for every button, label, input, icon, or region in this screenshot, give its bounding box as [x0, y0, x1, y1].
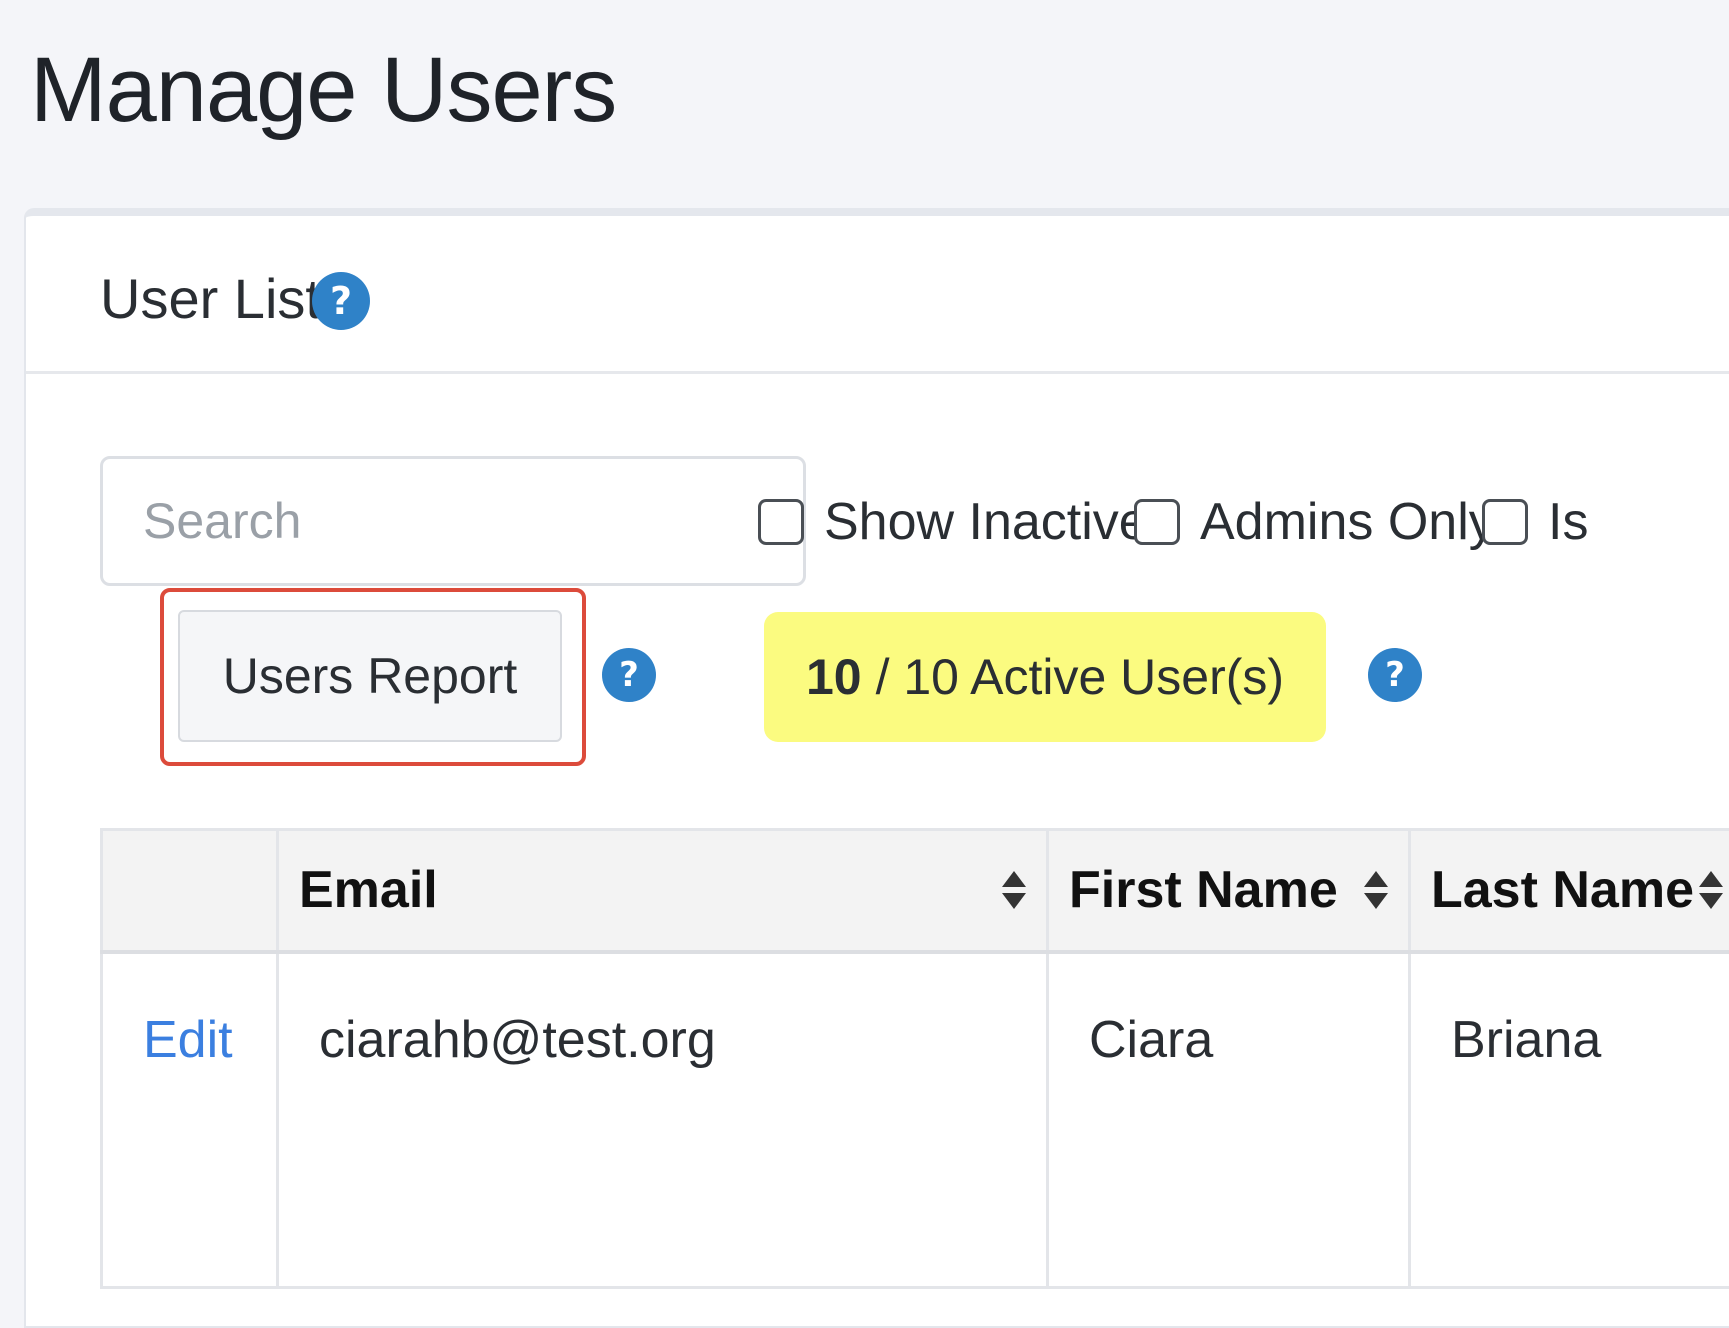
column-header-actions [102, 830, 278, 952]
column-header-first-name-label: First Name [1069, 861, 1338, 919]
active-users-help-icon[interactable]: ? [1368, 648, 1422, 702]
page-title: Manage Users [30, 40, 616, 141]
row-first-name-cell: Ciara [1048, 952, 1410, 1288]
user-list-card: User List ? Show Inactive Admins Only Is… [24, 208, 1729, 1328]
filter-show-inactive[interactable]: Show Inactive [758, 492, 1148, 552]
email-sort-icon[interactable] [1002, 871, 1026, 909]
edit-user-link[interactable]: Edit [143, 1011, 233, 1069]
filter-is-label: Is [1548, 492, 1588, 552]
card-header: User List ? [26, 216, 1729, 374]
is-checkbox-icon[interactable] [1482, 499, 1528, 545]
row-last-name-cell: Briana [1410, 952, 1729, 1288]
filter-is[interactable]: Is [1482, 492, 1588, 552]
column-header-first-name[interactable]: First Name [1048, 830, 1410, 952]
active-users-badge: 10 / 10 Active User(s) [764, 612, 1326, 742]
users-report-help-icon[interactable]: ? [602, 648, 656, 702]
first-name-sort-icon[interactable] [1364, 871, 1388, 909]
row-email-cell: ciarahb@test.org [278, 952, 1048, 1288]
column-header-email-label: Email [299, 861, 438, 919]
table-header-row: Email First Name Last Name [102, 830, 1729, 952]
show-inactive-checkbox-icon[interactable] [758, 499, 804, 545]
row-action-cell: Edit [102, 952, 278, 1288]
search-input[interactable] [100, 456, 806, 586]
table-row: Edit ciarahb@test.org Ciara Briana [102, 952, 1729, 1288]
last-name-sort-icon[interactable] [1699, 871, 1723, 909]
user-list-help-icon[interactable]: ? [312, 272, 370, 330]
card-title: User List [100, 266, 321, 331]
admins-only-checkbox-icon[interactable] [1134, 499, 1180, 545]
active-users-label: / 10 Active User(s) [876, 648, 1284, 706]
users-table: Email First Name Last Name Edit ciarahb@… [100, 828, 1729, 1289]
active-users-count: 10 [806, 648, 862, 706]
column-header-email[interactable]: Email [278, 830, 1048, 952]
filter-admins-only-label: Admins Only [1200, 492, 1495, 552]
column-header-last-name[interactable]: Last Name [1410, 830, 1729, 952]
column-header-last-name-label: Last Name [1431, 861, 1694, 919]
filter-show-inactive-label: Show Inactive [824, 492, 1148, 552]
filter-admins-only[interactable]: Admins Only [1134, 492, 1495, 552]
users-report-button[interactable]: Users Report [178, 610, 562, 742]
